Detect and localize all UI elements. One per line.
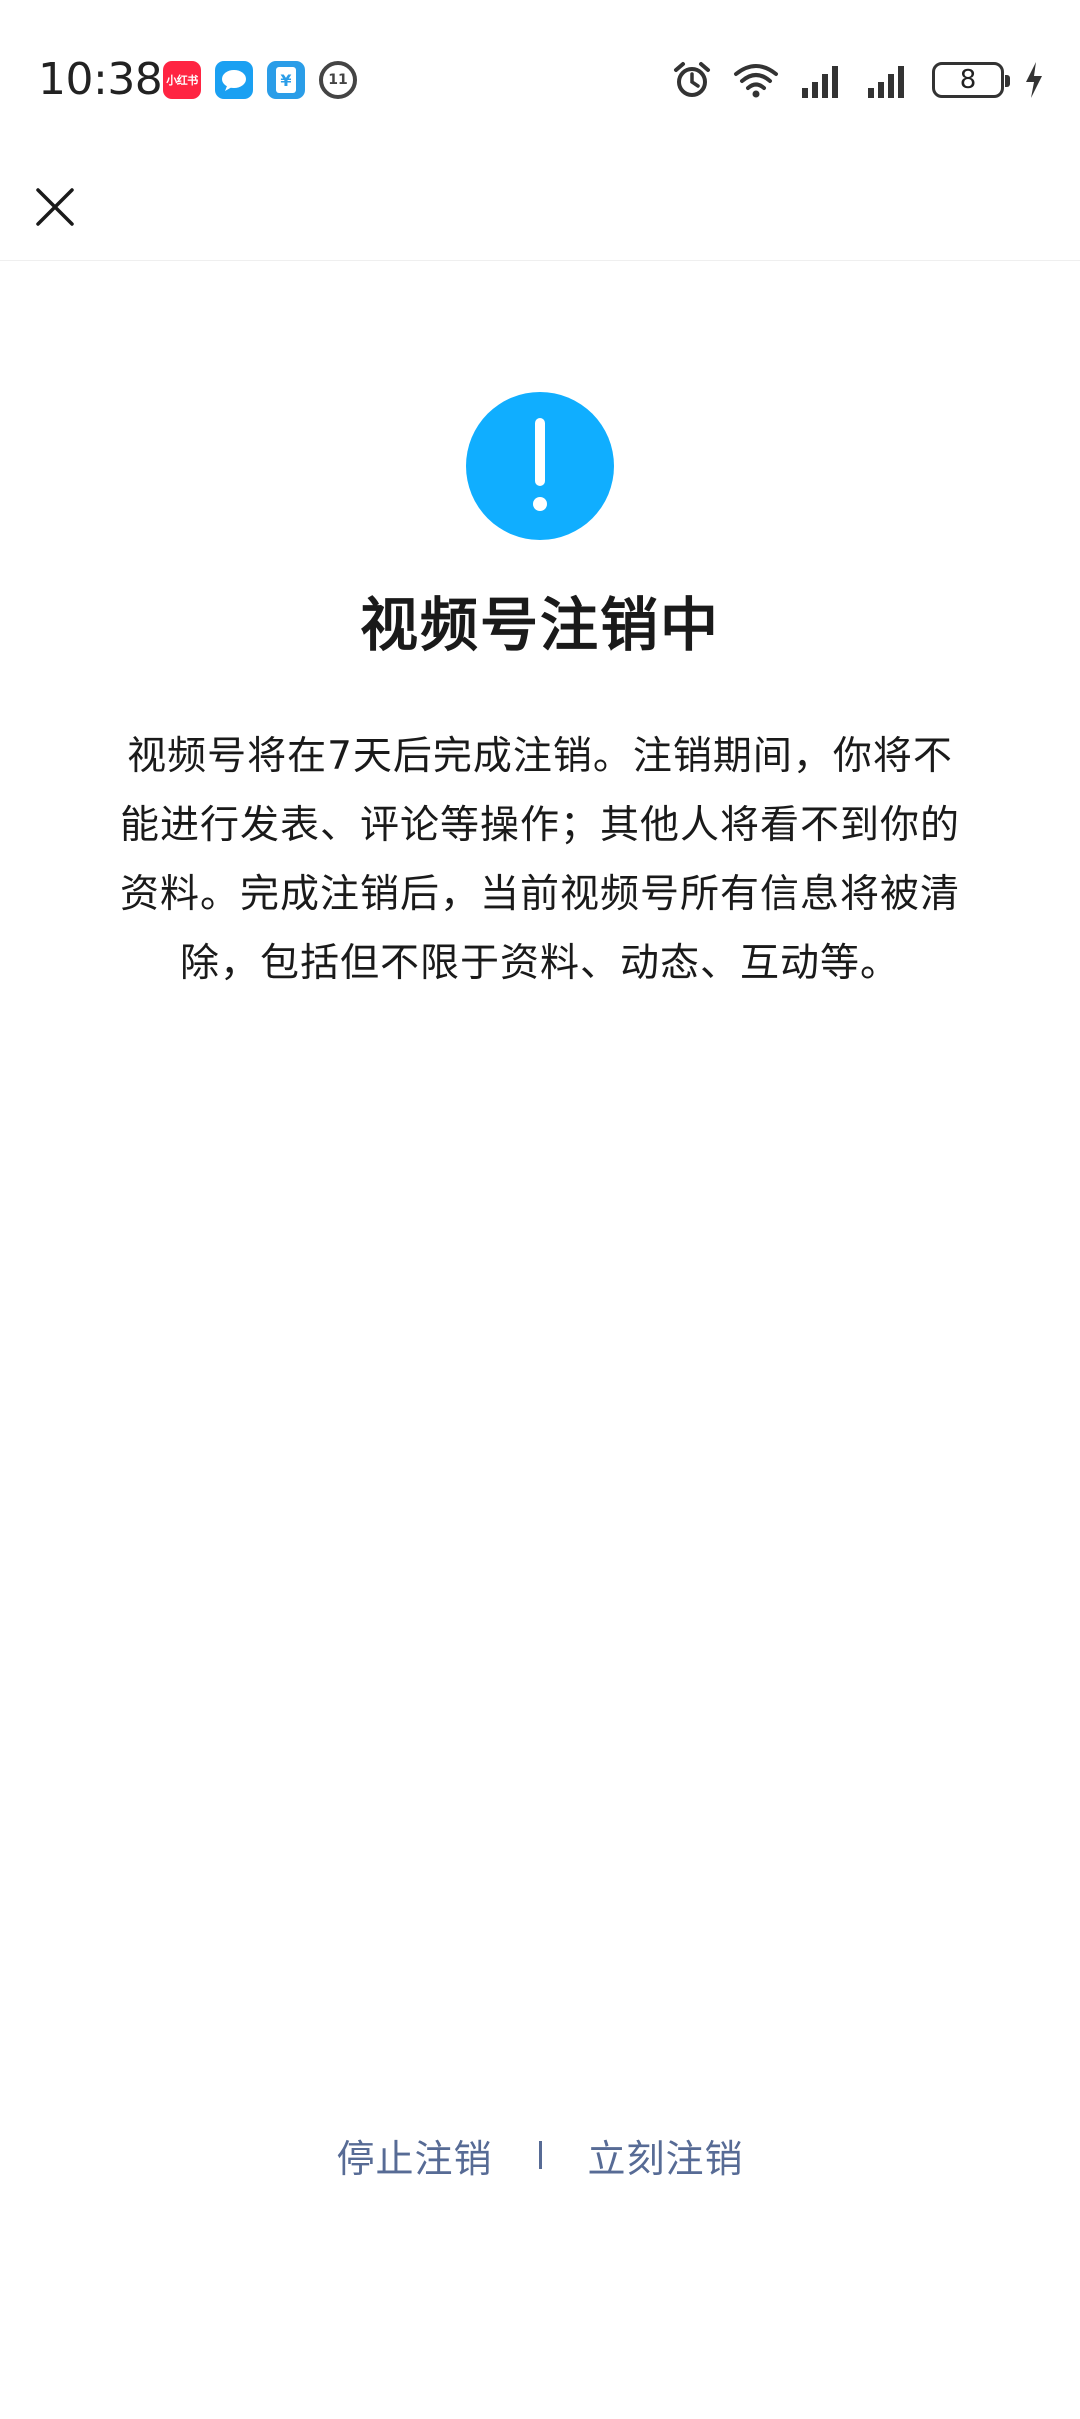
circle-app-icon: 11 [319, 61, 357, 99]
description-text: 视频号将在7天后完成注销。注销期间，你将不 能进行发表、评论等操作；其他人将看不… [84, 722, 996, 998]
top-nav [0, 160, 1080, 261]
battery-icon: 8 [932, 62, 1010, 98]
exclamation-icon [466, 392, 614, 540]
status-time: 10:38 [38, 54, 163, 105]
bottom-actions: 停止注销 立刻注销 [0, 2120, 1080, 2190]
wifi-icon [734, 64, 778, 98]
close-button[interactable] [20, 172, 90, 242]
close-icon [36, 188, 74, 226]
notification-icons: 小红书 ¥ 11 [163, 60, 357, 100]
stop-cancellation-link[interactable]: 停止注销 [336, 2128, 492, 2183]
yuan-symbol: ¥ [276, 67, 296, 93]
description-line: 能进行发表、评论等操作；其他人将看不到你的 [119, 803, 960, 848]
xiaohongshu-icon: 小红书 [163, 61, 201, 99]
signal-icon-2 [868, 66, 904, 98]
signal-icon [802, 66, 838, 98]
yuan-wallet-icon: ¥ [267, 61, 305, 99]
alarm-clock-icon [674, 62, 710, 97]
description-line: 除，包括但不限于资料、动态、互动等。 [179, 941, 900, 986]
description-line: 视频号将在7天后完成注销。注销期间，你将不 [127, 734, 953, 779]
page-title: 视频号注销中 [359, 591, 720, 659]
action-divider [538, 2141, 542, 2169]
charging-bolt-icon [1026, 62, 1042, 98]
description-line: 资料。完成注销后，当前视频号所有信息将被清 [119, 872, 960, 917]
cancel-now-link[interactable]: 立刻注销 [588, 2128, 744, 2183]
chat-bubble-icon [215, 61, 253, 99]
system-icons: 8 [672, 58, 1044, 102]
status-bar: 10:38 小红书 ¥ 11 8 [0, 0, 1080, 160]
